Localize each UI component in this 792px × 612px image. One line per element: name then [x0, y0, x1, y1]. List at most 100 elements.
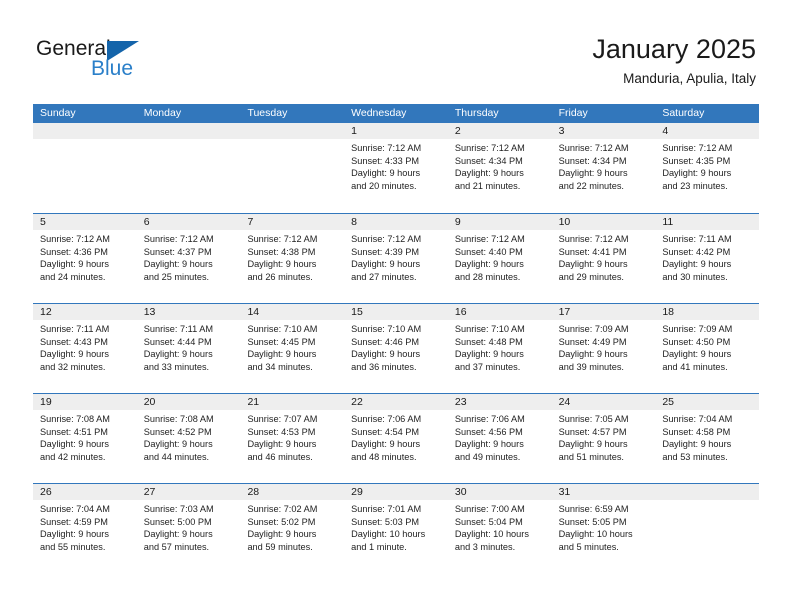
calendar-day-cell[interactable]: 20 Sunrise: 7:08 AM Sunset: 4:52 PM Dayligh… [136, 394, 241, 483]
daylight-text-line1: Daylight: 9 hours [143, 529, 213, 540]
weekday-header-row: Sunday Monday Tuesday Wednesday Thursday Frid… [33, 104, 759, 123]
daylight-text-line2: and 23 minutes. [662, 180, 728, 191]
sunrise-text: Sunrise: 7:12 AM [558, 143, 629, 153]
sunrise-text: Sunrise: 7:04 AM [40, 504, 110, 514]
calendar-day-cell[interactable]: 31 Sunrise: 6:59 AM Sunset: 5:05 PM Dayligh… [551, 484, 656, 573]
calendar-day-cell[interactable]: 3 Sunrise: 7:12 AM Sunset: 4:34 PM Daylight… [551, 123, 656, 213]
calendar-day-cell[interactable]: 6 Sunrise: 7:12 AM Sunset: 4:37 PM Daylight… [136, 214, 241, 303]
calendar-day-cell[interactable]: 25 Sunrise: 7:04 AM Sunset: 4:58 PM Dayligh… [655, 394, 760, 483]
calendar-day-cell[interactable]: 1 Sunrise: 7:12 AM Sunset: 4:33 PM Daylight… [344, 123, 448, 213]
day-number: 15 [344, 304, 448, 320]
calendar-day-cell[interactable]: 24 Sunrise: 7:05 AM Sunset: 4:57 PM Dayligh… [551, 394, 656, 483]
daylight-text-line1: Daylight: 9 hours [247, 529, 317, 540]
calendar-day-cell[interactable]: 19 Sunrise: 7:08 AM Sunset: 4:51 PM Dayligh… [33, 394, 137, 483]
calendar-day-cell[interactable]: 11 Sunrise: 7:11 AM Sunset: 4:42 PM Dayligh… [655, 214, 760, 303]
calendar-day-cell[interactable]: 7 Sunrise: 7:12 AM Sunset: 4:38 PM Daylight… [240, 214, 345, 303]
sunset-text: Sunset: 4:49 PM [558, 336, 627, 347]
daylight-text-line1: Daylight: 9 hours [351, 168, 421, 179]
sunset-text: Sunset: 4:50 PM [662, 336, 731, 347]
day-number: 6 [136, 214, 241, 230]
day-details: Sunrise: 7:11 AM Sunset: 4:42 PM Daylight:… [655, 230, 759, 283]
sunset-text: Sunset: 4:40 PM [454, 246, 523, 257]
day-details: Sunrise: 7:11 AM Sunset: 4:43 PM Daylight:… [33, 320, 137, 373]
sunset-text: Sunset: 5:04 PM [454, 516, 523, 527]
sunset-text: Sunset: 4:53 PM [247, 426, 316, 437]
day-number: 7 [240, 214, 345, 230]
weekday-header-tuesday: Tuesday [247, 107, 288, 119]
calendar-day-cell[interactable]: 5 Sunrise: 7:12 AM Sunset: 4:36 PM Daylight… [33, 214, 137, 303]
day-details: Sunrise: 7:09 AM Sunset: 4:50 PM Daylight:… [655, 320, 759, 373]
calendar-day-cell[interactable]: 12 Sunrise: 7:11 AM Sunset: 4:43 PM Dayligh… [33, 304, 137, 393]
sunset-text: Sunset: 4:34 PM [558, 155, 627, 166]
logo-text-blue: Blue [91, 57, 134, 80]
calendar-grid: Sunday Monday Tuesday Wednesday Thursday Frid… [33, 104, 760, 573]
calendar-day-cell[interactable]: 8 Sunrise: 7:12 AM Sunset: 4:39 PM Daylight… [344, 214, 448, 303]
sunset-text: Sunset: 4:46 PM [351, 336, 420, 347]
sunset-text: Sunset: 5:02 PM [247, 516, 316, 527]
sunrise-text: Sunrise: 7:10 AM [454, 324, 525, 334]
sunset-text: Sunset: 4:35 PM [662, 155, 731, 166]
day-number: 13 [136, 304, 241, 320]
day-number: 26 [33, 484, 137, 500]
daylight-text-line1: Daylight: 9 hours [558, 168, 628, 179]
calendar-day-cell[interactable]: 18 Sunrise: 7:09 AM Sunset: 4:50 PM Dayligh… [655, 304, 760, 393]
daylight-text-line2: and 26 minutes. [247, 271, 313, 282]
calendar-day-cell[interactable]: 26 Sunrise: 7:04 AM Sunset: 4:59 PM Dayligh… [33, 484, 137, 573]
calendar-week-row: 12 Sunrise: 7:11 AM Sunset: 4:43 PM Dayligh… [33, 303, 760, 393]
calendar-day-cell[interactable]: 16 Sunrise: 7:10 AM Sunset: 4:48 PM Dayligh… [447, 304, 552, 393]
sunset-text: Sunset: 5:03 PM [351, 516, 420, 527]
day-number: 30 [447, 484, 552, 500]
calendar-day-cell[interactable]: 15 Sunrise: 7:10 AM Sunset: 4:46 PM Dayligh… [344, 304, 448, 393]
calendar-cell-empty [240, 123, 345, 213]
daylight-text-line2: and 5 minutes. [558, 541, 619, 552]
daylight-text-line2: and 3 minutes. [454, 541, 516, 552]
daylight-text-line1: Daylight: 9 hours [662, 168, 732, 179]
calendar-day-cell[interactable]: 21 Sunrise: 7:07 AM Sunset: 4:53 PM Dayligh… [240, 394, 345, 483]
calendar-day-cell[interactable]: 17 Sunrise: 7:09 AM Sunset: 4:49 PM Dayligh… [551, 304, 656, 393]
day-number: 24 [551, 394, 656, 410]
day-details: Sunrise: 7:09 AM Sunset: 4:49 PM Daylight:… [552, 320, 656, 373]
daylight-text-line1: Daylight: 9 hours [454, 259, 524, 270]
daylight-text-line2: and 49 minutes. [454, 451, 521, 462]
day-number: 27 [136, 484, 241, 500]
daylight-text-line2: and 46 minutes. [247, 451, 313, 462]
day-number: 21 [240, 394, 345, 410]
calendar-day-cell[interactable]: 29 Sunrise: 7:01 AM Sunset: 5:03 PM Dayligh… [344, 484, 448, 573]
day-details: Sunrise: 7:12 AM Sunset: 4:34 PM Daylight:… [552, 139, 656, 192]
calendar-day-cell[interactable]: 27 Sunrise: 7:03 AM Sunset: 5:00 PM Dayligh… [136, 484, 241, 573]
day-details: Sunrise: 7:08 AM Sunset: 4:51 PM Daylight:… [33, 410, 137, 463]
daylight-text-line2: and 34 minutes. [247, 361, 313, 372]
calendar-day-cell[interactable]: 4 Sunrise: 7:12 AM Sunset: 4:35 PM Daylight… [655, 123, 760, 213]
calendar-day-cell[interactable]: 28 Sunrise: 7:02 AM Sunset: 5:02 PM Dayligh… [240, 484, 345, 573]
calendar-day-cell[interactable]: 9 Sunrise: 7:12 AM Sunset: 4:40 PM Daylight… [447, 214, 552, 303]
calendar-cell-empty [136, 123, 241, 213]
sunrise-text: Sunrise: 7:06 AM [351, 414, 422, 424]
daylight-text-line1: Daylight: 9 hours [351, 349, 421, 360]
sunset-text: Sunset: 4:48 PM [454, 336, 523, 347]
calendar-day-cell[interactable]: 2 Sunrise: 7:12 AM Sunset: 4:34 PM Daylight… [447, 123, 552, 213]
day-details: Sunrise: 6:59 AM Sunset: 5:05 PM Daylight:… [552, 500, 656, 553]
calendar-page: General Blue January 2025 Manduria, Apul… [0, 0, 792, 612]
sunrise-text: Sunrise: 7:12 AM [558, 234, 629, 244]
weekday-header-sunday: Sunday [40, 107, 76, 119]
sunrise-text: Sunrise: 7:12 AM [351, 234, 422, 244]
calendar-day-cell[interactable]: 10 Sunrise: 7:12 AM Sunset: 4:41 PM Dayligh… [551, 214, 656, 303]
day-details: Sunrise: 7:12 AM Sunset: 4:41 PM Daylight:… [552, 230, 656, 283]
daylight-text-line1: Daylight: 9 hours [662, 259, 732, 270]
day-details: Sunrise: 7:12 AM Sunset: 4:37 PM Daylight:… [137, 230, 241, 283]
daylight-text-line2: and 53 minutes. [662, 451, 728, 462]
calendar-day-cell[interactable]: 23 Sunrise: 7:06 AM Sunset: 4:56 PM Dayligh… [447, 394, 552, 483]
sunrise-text: Sunrise: 7:12 AM [351, 143, 422, 153]
calendar-day-cell[interactable]: 14 Sunrise: 7:10 AM Sunset: 4:45 PM Dayligh… [240, 304, 345, 393]
calendar-day-cell[interactable]: 30 Sunrise: 7:00 AM Sunset: 5:04 PM Dayligh… [447, 484, 552, 573]
calendar-week-row: 26 Sunrise: 7:04 AM Sunset: 4:59 PM Dayligh… [33, 483, 760, 573]
daylight-text-line2: and 32 minutes. [40, 361, 106, 372]
daylight-text-line1: Daylight: 9 hours [454, 439, 524, 450]
calendar-day-cell[interactable]: 13 Sunrise: 7:11 AM Sunset: 4:44 PM Dayligh… [136, 304, 241, 393]
sunset-text: Sunset: 4:44 PM [143, 336, 212, 347]
calendar-day-cell[interactable]: 22 Sunrise: 7:06 AM Sunset: 4:54 PM Dayligh… [344, 394, 448, 483]
day-number: 4 [655, 123, 760, 139]
sunset-text: Sunset: 4:43 PM [40, 336, 108, 347]
calendar-weeks: 1 Sunrise: 7:12 AM Sunset: 4:33 PM Daylight… [33, 123, 760, 573]
day-details: Sunrise: 7:12 AM Sunset: 4:38 PM Daylight:… [240, 230, 344, 283]
